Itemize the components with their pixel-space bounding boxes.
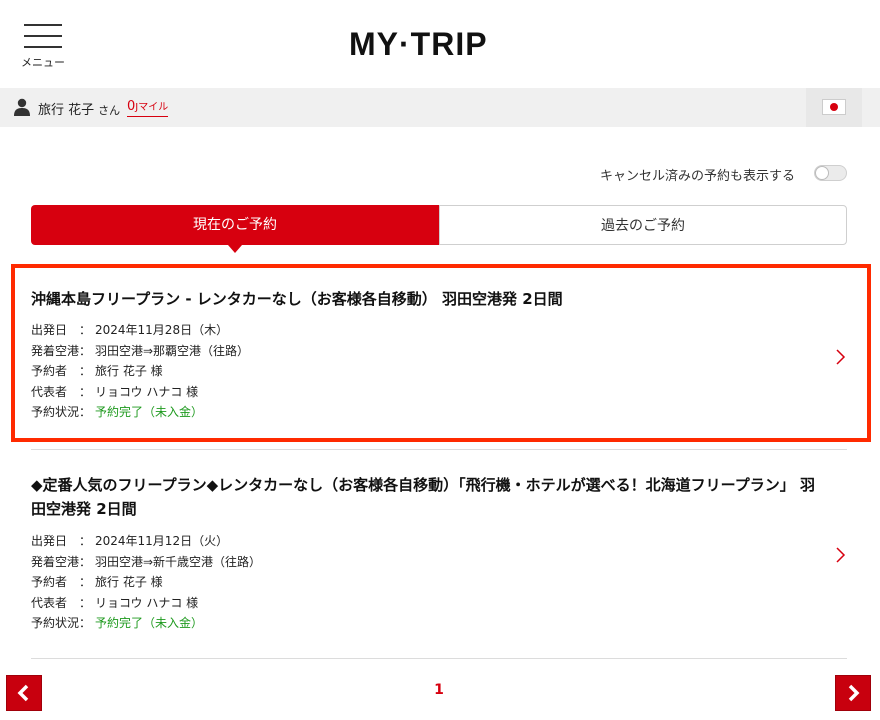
booker-label: 予約者 ： <box>31 575 92 589</box>
representative-label: 代表者 ： <box>31 595 92 610</box>
representative-value: リョコウ ハナコ 様 <box>95 595 199 610</box>
departure-date-label: 出発日 ： <box>31 534 92 548</box>
reservation-details: 出発日 ： 2024年11月28日（木） 発着空港： 羽田空港⇒那覇空港（往路） 予… <box>31 320 249 423</box>
current-page-number[interactable]: 1 <box>424 682 454 698</box>
booker-row: 予約者 ：旅行 花子 様 <box>31 572 261 593</box>
active-tab-indicator <box>228 245 242 253</box>
user-icon <box>14 98 30 116</box>
chevron-right-icon <box>836 547 846 563</box>
user-name-text: 旅行 花子 <box>38 103 95 118</box>
airports-value: 羽田空港⇒新千歳空港（往路） <box>95 554 262 569</box>
status-value: 予約完了（未入金） <box>95 616 204 630</box>
representative-row: 代表者 ：リョコウ ハナコ 様 <box>31 382 249 403</box>
header: メニュー MY·TRIP <box>0 0 880 88</box>
reservation-card[interactable]: ◆定番人気のフリープラン◆レンタカーなし（お客様各自移動）「飛行機・ホテルが選べ… <box>31 462 847 652</box>
departure-date-row: 出発日 ： 2024年11月12日（火） <box>31 531 261 552</box>
user-name: 旅行 花子 さん <box>38 99 120 118</box>
status-value: 予約完了（未入金） <box>95 405 204 419</box>
airports-row: 発着空港： 羽田空港⇒那覇空港（往路） <box>31 341 249 362</box>
tab-current-reservations[interactable]: 現在のご予約 <box>31 205 439 245</box>
hamburger-icon <box>24 24 62 26</box>
representative-row: 代表者 ：リョコウ ハナコ 様 <box>31 593 261 614</box>
departure-date-label: 出発日 ： <box>31 323 92 337</box>
divider <box>31 658 847 659</box>
menu-button[interactable]: メニュー <box>20 24 66 72</box>
status-label: 予約状況： <box>31 616 92 630</box>
miles-unit: Jマイル <box>135 102 169 113</box>
divider <box>31 449 847 450</box>
airports-label: 発着空港： <box>31 554 92 569</box>
departure-date-value: 2024年11月28日（木） <box>95 323 229 337</box>
booker-label: 予約者 ： <box>31 364 92 378</box>
reservation-tabs: 現在のご予約 過去のご予約 <box>31 205 847 253</box>
tab-past-reservations[interactable]: 過去のご予約 <box>439 205 847 245</box>
reservation-details: 出発日 ： 2024年11月12日（火） 発着空港： 羽田空港⇒新千歳空港（往路） … <box>31 531 261 634</box>
next-page-button[interactable] <box>835 675 871 711</box>
user-honorific: さん <box>98 104 121 117</box>
booker-value: 旅行 花子 様 <box>95 364 163 378</box>
toggle-knob <box>815 166 829 180</box>
language-button[interactable] <box>806 88 862 127</box>
airports-label: 発着空港： <box>31 343 92 358</box>
status-row: 予約状況： 予約完了（未入金） <box>31 402 249 423</box>
status-label: 予約状況： <box>31 405 92 419</box>
chevron-left-icon <box>17 684 29 702</box>
menu-label: メニュー <box>21 56 65 69</box>
airports-row: 発着空港： 羽田空港⇒新千歳空港（往路） <box>31 552 261 573</box>
booker-row: 予約者 ：旅行 花子 様 <box>31 361 249 382</box>
departure-date-value: 2024年11月12日（火） <box>95 534 229 548</box>
airports-value: 羽田空港⇒那覇空港（往路） <box>95 343 250 358</box>
representative-label: 代表者 ： <box>31 384 92 399</box>
chevron-right-icon <box>848 684 860 702</box>
chevron-right-icon <box>836 349 846 365</box>
previous-page-button[interactable] <box>6 675 42 711</box>
miles-link[interactable]: 0Jマイル <box>127 98 169 117</box>
status-row: 予約状況： 予約完了（未入金） <box>31 613 261 634</box>
departure-date-row: 出発日 ： 2024年11月28日（木） <box>31 320 249 341</box>
logo[interactable]: MY·TRIP <box>349 24 531 64</box>
reservation-title: 沖縄本島フリープラン - レンタカーなし（お客様各自移動） 羽田空港発 2日間 <box>31 290 563 308</box>
show-cancelled-toggle[interactable] <box>814 165 847 181</box>
show-cancelled-row: キャンセル済みの予約も表示する <box>600 162 850 184</box>
reservation-title: ◆定番人気のフリープラン◆レンタカーなし（お客様各自移動）「飛行機・ホテルが選べ… <box>31 476 815 518</box>
japan-flag-icon <box>822 99 846 115</box>
reservation-card[interactable]: 沖縄本島フリープラン - レンタカーなし（お客様各自移動） 羽田空港発 2日間 … <box>31 270 847 438</box>
booker-value: 旅行 花子 様 <box>95 575 163 589</box>
user-bar: 旅行 花子 さん 0Jマイル <box>0 88 880 127</box>
show-cancelled-label: キャンセル済みの予約も表示する <box>600 169 796 184</box>
representative-value: リョコウ ハナコ 様 <box>95 384 199 399</box>
